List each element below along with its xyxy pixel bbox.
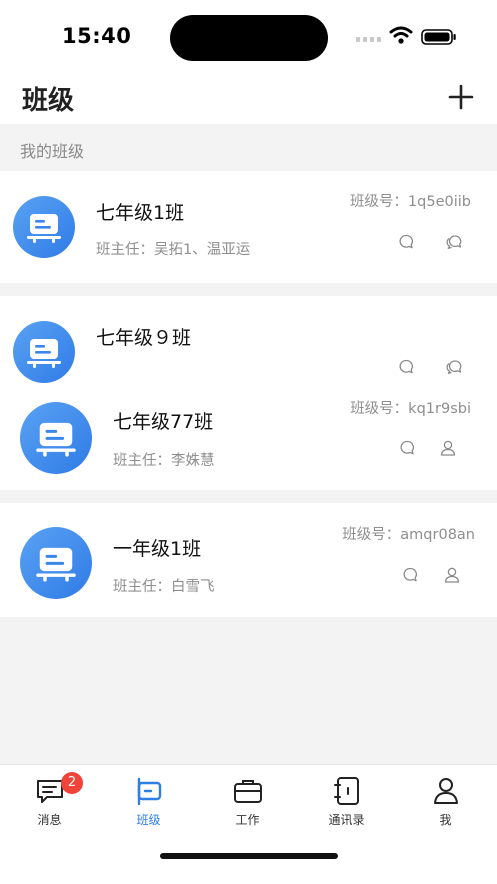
person-icon [434,778,458,804]
class-card[interactable]: 七年级９班 七年级77班 班主任：李姝慧 班级号：kq1r9sbi [0,296,497,490]
class-avatar-icon [20,402,92,474]
class-code: 班级号：1q5e0iib [349,194,471,210]
tab-contacts[interactable]: 通讯录 [297,765,396,835]
dynamic-island [170,15,328,61]
nav-header: 班级 [0,72,497,124]
battery-icon [421,29,456,45]
class-teacher: 班主任：吴拓1、温亚运 [96,242,251,258]
tab-messages[interactable]: 2 消息 [0,765,99,835]
tab-label: 我 [439,813,452,827]
class-card[interactable]: 一年级1班 班主任：白雪飞 班级号：amqr08an [0,503,497,617]
address-book-icon [334,777,359,805]
tab-class[interactable]: 班级 [99,765,198,835]
unread-badge: 2 [61,772,83,794]
chat-icon[interactable] [400,565,420,585]
section-header: 我的班级 [0,124,497,170]
briefcase-icon [234,780,262,803]
tab-label: 消息 [37,813,62,827]
class-card[interactable]: 七年级1班 班主任：吴拓1、温亚运 班级号：1q5e0iib [0,171,497,283]
class-avatar-icon [13,196,75,258]
status-bar: 15:40 [0,0,497,72]
tab-bar: 2 消息 班级 工作 通讯录 我 [0,764,497,884]
wifi-icon [389,26,413,44]
tab-label: 班级 [136,813,161,827]
tab-label: 通讯录 [328,813,365,827]
home-indicator [160,853,338,859]
class-name: 七年级1班 [96,202,185,224]
person-icon[interactable] [442,565,462,585]
class-code: 班级号：amqr08an [342,527,475,543]
class-name: 一年级1班 [113,538,202,560]
chat-icon[interactable] [396,357,416,377]
tab-me[interactable]: 我 [396,765,495,835]
class-teacher: 班主任：白雪飞 [113,579,215,595]
class-flag-icon [137,777,162,806]
class-name: 七年级77班 [113,411,214,433]
class-avatar-icon [13,321,75,383]
chat-icon[interactable] [397,438,417,458]
person-icon[interactable] [438,438,458,458]
group-chat-icon[interactable] [444,357,464,377]
class-teacher: 班主任：李姝慧 [113,453,215,469]
class-code: 班级号：kq1r9sbi [350,401,471,417]
section-label: 我的班级 [20,142,85,161]
class-avatar-icon [20,527,92,599]
status-time: 15:40 [62,24,132,48]
group-chat-icon[interactable] [444,232,464,252]
class-name: 七年级９班 [96,327,192,349]
signal-icon [356,37,381,42]
chat-icon[interactable] [396,232,416,252]
tab-label: 工作 [235,813,260,827]
tab-work[interactable]: 工作 [198,765,297,835]
page-title: 班级 [22,86,75,116]
add-class-button[interactable] [446,82,476,112]
